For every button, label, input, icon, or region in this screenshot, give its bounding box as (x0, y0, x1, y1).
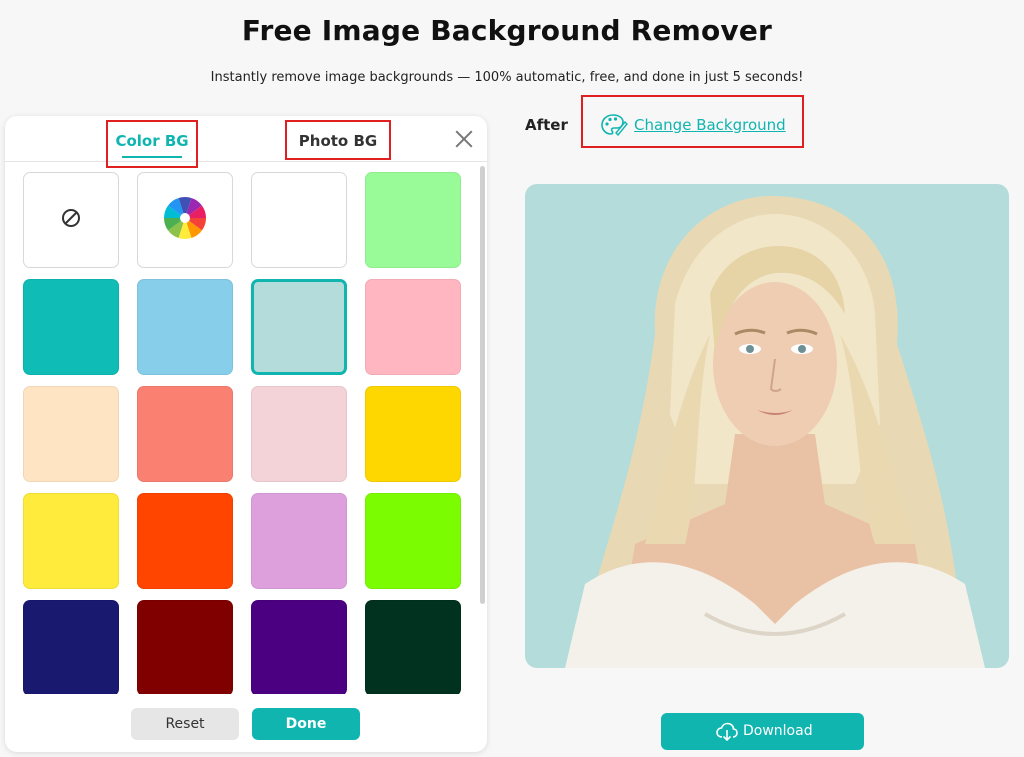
close-icon[interactable] (453, 128, 475, 150)
swatch-color-picker[interactable] (137, 172, 233, 268)
color-swatch[interactable] (251, 279, 347, 375)
color-swatch[interactable] (251, 493, 347, 589)
color-swatch[interactable] (365, 493, 461, 589)
color-swatch[interactable] (137, 279, 233, 375)
page: Free Image Background Remover Instantly … (0, 0, 1024, 757)
color-wheel-icon (163, 196, 207, 244)
tab-color-bg[interactable]: Color BG (106, 120, 198, 168)
reset-button[interactable]: Reset (131, 708, 239, 740)
color-swatch[interactable] (137, 493, 233, 589)
change-background-button[interactable]: Change Background (581, 95, 804, 148)
color-swatch[interactable] (365, 600, 461, 694)
color-swatch[interactable] (23, 386, 119, 482)
color-swatch[interactable] (137, 600, 233, 694)
after-label: After (525, 116, 568, 134)
tab-photo-bg-label: Photo BG (298, 132, 378, 150)
scrollbar[interactable] (480, 166, 485, 604)
done-button[interactable]: Done (252, 708, 360, 740)
background-picker-panel: Color BG Photo BG Reset Done (5, 116, 487, 752)
color-swatch[interactable] (137, 386, 233, 482)
tab-photo-bg[interactable]: Photo BG (285, 120, 391, 160)
page-title: Free Image Background Remover (241, 14, 773, 47)
page-subtitle: Instantly remove image backgrounds — 100… (210, 70, 804, 85)
portrait-image (565, 195, 985, 668)
tab-color-bg-label: Color BG (115, 132, 189, 150)
change-background-link[interactable]: Change Background (634, 116, 786, 134)
result-preview (525, 184, 1009, 668)
color-swatch[interactable] (251, 600, 347, 694)
swatch-grid (23, 172, 473, 694)
color-swatch[interactable] (365, 279, 461, 375)
color-swatch[interactable] (365, 172, 461, 268)
color-swatch[interactable] (251, 172, 347, 268)
color-swatch[interactable] (23, 493, 119, 589)
palette-icon (600, 113, 628, 141)
color-swatch[interactable] (23, 279, 119, 375)
panel-header: Color BG Photo BG (5, 116, 487, 168)
download-cloud-icon (716, 722, 738, 746)
swatch-no-background[interactable] (23, 172, 119, 268)
color-swatch[interactable] (23, 600, 119, 694)
color-swatch[interactable] (251, 386, 347, 482)
no-background-icon (61, 208, 81, 232)
color-swatch[interactable] (365, 386, 461, 482)
download-label: Download (743, 723, 813, 739)
download-button[interactable]: Download (661, 713, 864, 750)
active-tab-indicator (122, 156, 182, 158)
